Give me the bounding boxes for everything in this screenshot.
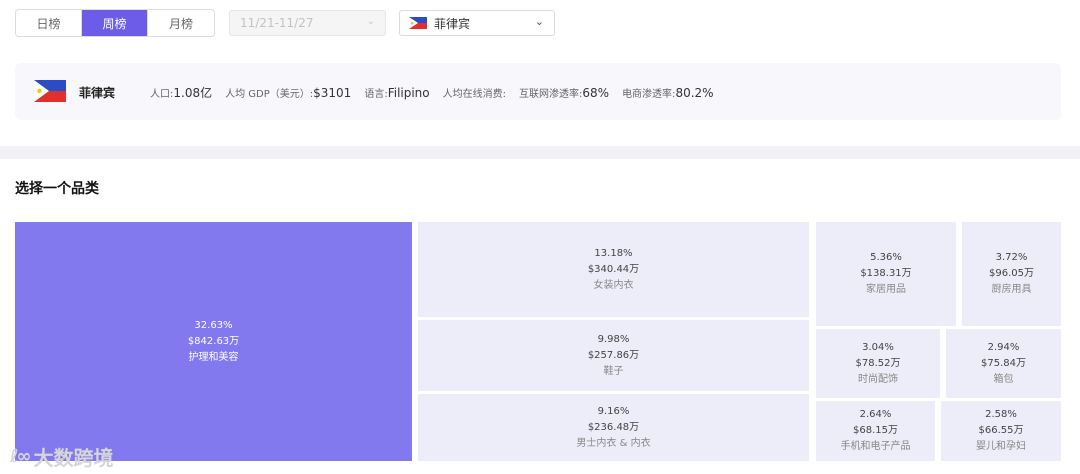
category-tile-kitchen[interactable]: 3.72% $96.05万 厨房用具 (962, 222, 1061, 326)
category-tile-fashion-accessories[interactable]: 3.04% $78.52万 时尚配饰 (816, 329, 940, 398)
category-tile-bags[interactable]: 2.94% $75.84万 箱包 (946, 329, 1061, 398)
category-tile-mens-underwear[interactable]: 9.16% $236.48万 男士内衣 & 内衣 (418, 394, 809, 461)
category-tile-beauty[interactable]: 32.63% $842.63万 护理和美容 (15, 222, 412, 461)
category-tile-home[interactable]: 5.36% $138.31万 家居用品 (816, 222, 956, 326)
category-tile-baby-maternity[interactable]: 2.58% $66.55万 婴儿和孕妇 (941, 401, 1061, 461)
watermark-text: 大数跨境 (33, 446, 114, 470)
category-tile-electronics[interactable]: 2.64% $68.15万 手机和电子产品 (816, 401, 935, 461)
category-tile-shoes[interactable]: 9.98% $257.86万 鞋子 (418, 320, 809, 391)
brand-logo-icon: ℓ∞ (10, 446, 32, 467)
category-tile-womens-apparel[interactable]: 13.18% $340.44万 女装内衣 (418, 222, 809, 317)
category-treemap: 32.63% $842.63万 护理和美容 13.18% $340.44万 女装… (0, 0, 1080, 474)
watermark: ℓ∞ 大数跨境 (10, 442, 113, 471)
